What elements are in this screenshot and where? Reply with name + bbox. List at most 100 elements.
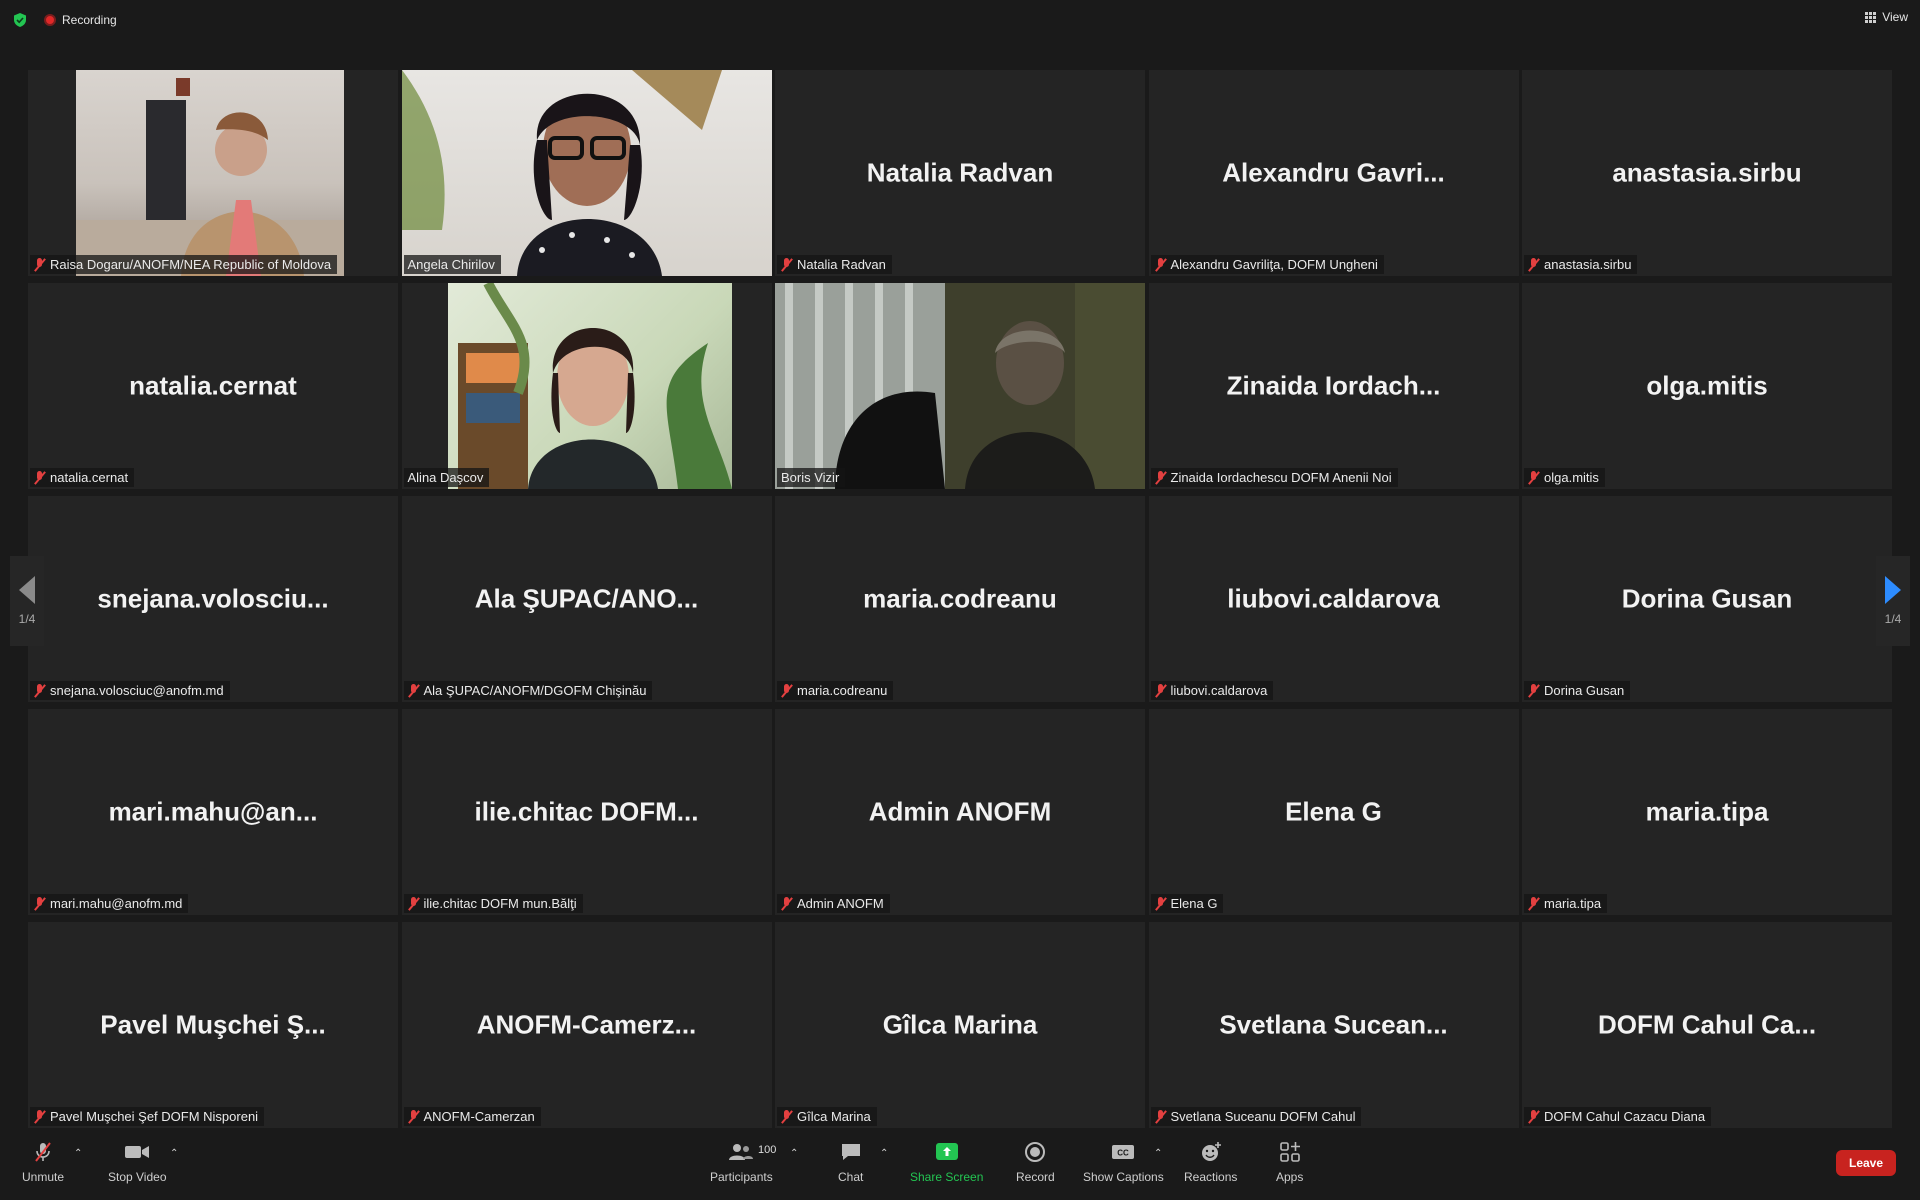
mic-muted-icon — [1528, 257, 1540, 272]
participant-video — [76, 70, 344, 276]
share-screen-icon — [935, 1143, 958, 1160]
participant-tile[interactable]: Alina Daşcov — [401, 283, 772, 489]
participant-name: DOFM Cahul Cazacu Diana — [1544, 1109, 1706, 1124]
participant-name-label: anastasia.sirbu — [1524, 255, 1638, 274]
recording-indicator[interactable]: Recording — [44, 11, 117, 29]
mic-muted-icon — [408, 1109, 420, 1124]
participant-tile[interactable]: Alexandru Gavri... Alexandru Gavriliţa, D… — [1148, 70, 1519, 276]
leave-button[interactable]: Leave — [1836, 1150, 1896, 1176]
participant-name-label: Pavel Muşchei Şef DOFM Nisporeni — [30, 1107, 265, 1126]
arrow-left-icon — [19, 576, 35, 604]
participant-display-name: ANOFM-Camerz... — [476, 1009, 697, 1040]
participant-name: Gîlca Marina — [797, 1109, 871, 1124]
participant-display-name: natalia.cernat — [129, 370, 297, 401]
participant-display-name: Natalia Radvan — [866, 157, 1054, 188]
participant-display-name: Gîlca Marina — [882, 1009, 1038, 1040]
participants-options-chevron-icon[interactable]: ⌃ — [790, 1148, 798, 1159]
show-captions-button[interactable]: CC Show Captions — [1083, 1140, 1164, 1184]
chat-button[interactable]: Chat — [838, 1140, 863, 1184]
participant-name: Raisa Dogaru/ANOFM/NEA Republic of Moldo… — [50, 257, 332, 272]
participant-display-name: Pavel Muşchei Ş... — [100, 1009, 326, 1040]
participant-tile[interactable]: Natalia Radvan Natalia Radvan — [775, 70, 1145, 276]
participant-name-label: olga.mitis — [1524, 468, 1605, 487]
participant-tile[interactable]: Boris Vizir — [775, 283, 1145, 489]
mic-muted-icon — [781, 896, 793, 911]
share-screen-button[interactable]: Share Screen — [910, 1140, 983, 1184]
next-page-button[interactable]: 1/4 — [1876, 556, 1910, 646]
participant-name-label: Gîlca Marina — [777, 1107, 877, 1126]
chat-options-chevron-icon[interactable]: ⌃ — [880, 1148, 888, 1159]
chat-label: Chat — [838, 1170, 864, 1184]
video-options-chevron-icon[interactable]: ⌃ — [170, 1148, 178, 1159]
participant-name-label: Elena G — [1150, 894, 1224, 913]
participant-video — [775, 283, 1145, 489]
mic-muted-icon — [1155, 896, 1167, 911]
top-bar: Recording View — [0, 0, 1920, 40]
participant-name: Dorina Gusan — [1544, 683, 1625, 698]
participant-tile[interactable]: Admin ANOFM Admin ANOFM — [775, 709, 1145, 915]
audio-options-chevron-icon[interactable]: ⌃ — [74, 1148, 82, 1159]
participant-tile[interactable]: anastasia.sirbu anastasia.sirbu — [1522, 70, 1892, 276]
participant-tile[interactable]: Zinaida Iordach... Zinaida Iordachescu DO… — [1148, 283, 1519, 489]
participant-tile[interactable]: snejana.volosciu... snejana.volosciuc@ano… — [28, 496, 398, 702]
participant-name: Natalia Radvan — [797, 257, 886, 272]
participant-tile[interactable]: natalia.cernat natalia.cernat — [28, 283, 398, 489]
participant-name-label: natalia.cernat — [30, 468, 135, 487]
participant-name-label: mari.mahu@anofm.md — [30, 894, 189, 913]
record-button[interactable]: Record — [1016, 1140, 1055, 1184]
participant-tile[interactable]: Svetlana Sucean... Svetlana Suceanu DOFM … — [1148, 922, 1519, 1128]
stop-video-button[interactable]: Stop Video — [108, 1140, 167, 1184]
previous-page-button[interactable]: 1/4 — [10, 556, 44, 646]
mic-muted-icon — [1155, 470, 1167, 485]
participant-name: Ala ŞUPAC/ANOFM/DGOFM Chişinău — [423, 683, 647, 698]
participant-name: Angela Chirilov — [407, 257, 495, 272]
participant-video — [447, 283, 732, 489]
participant-name-label: snejana.volosciuc@anofm.md — [30, 681, 230, 700]
participant-tile[interactable]: ANOFM-Camerz... ANOFM-Camerzan — [401, 922, 772, 1128]
recording-label: Recording — [62, 13, 117, 27]
participant-name-label: ilie.chitac DOFM mun.Bălţi — [403, 894, 583, 913]
participant-tile[interactable]: ilie.chitac DOFM... ilie.chitac DOFM mun.… — [401, 709, 772, 915]
reactions-button[interactable]: Reactions — [1184, 1140, 1237, 1184]
participant-display-name: Ala ŞUPAC/ANO... — [474, 583, 699, 614]
participant-tile[interactable]: liubovi.caldarova liubovi.caldarova — [1148, 496, 1519, 702]
participant-display-name: Admin ANOFM — [868, 796, 1052, 827]
mic-muted-icon — [1155, 683, 1167, 698]
participant-tile[interactable]: mari.mahu@an... mari.mahu@anofm.md — [28, 709, 398, 915]
participant-tile[interactable]: Dorina Gusan Dorina Gusan — [1522, 496, 1892, 702]
unmute-button[interactable]: Unmute — [22, 1140, 64, 1184]
participant-video — [401, 70, 772, 276]
participant-tile[interactable]: Elena G Elena G — [1148, 709, 1519, 915]
participant-name-label: Natalia Radvan — [777, 255, 892, 274]
security-shield-icon[interactable] — [12, 12, 28, 28]
svg-text:CC: CC — [1118, 1149, 1130, 1158]
mic-muted-icon — [781, 683, 793, 698]
captions-icon: CC — [1112, 1145, 1135, 1159]
mic-muted-icon — [408, 896, 420, 911]
apps-button[interactable]: Apps — [1276, 1140, 1303, 1184]
participant-tile[interactable]: Pavel Muşchei Ş... Pavel Muşchei Şef DOFM… — [28, 922, 398, 1128]
participant-display-name: Svetlana Sucean... — [1219, 1009, 1448, 1040]
reactions-icon — [1201, 1142, 1221, 1161]
participant-tile[interactable]: DOFM Cahul Ca... DOFM Cahul Cazacu Diana — [1522, 922, 1892, 1128]
mic-muted-icon — [34, 1109, 46, 1124]
participant-name-label: Svetlana Suceanu DOFM Cahul — [1150, 1107, 1362, 1126]
participant-tile[interactable]: Ala ŞUPAC/ANO... Ala ŞUPAC/ANOFM/DGOFM Ch… — [401, 496, 772, 702]
participant-display-name: Alexandru Gavri... — [1222, 157, 1445, 188]
share-screen-label: Share Screen — [910, 1170, 984, 1184]
view-button[interactable]: View — [1865, 10, 1908, 24]
mic-muted-icon — [35, 1142, 51, 1162]
participant-tile[interactable]: Angela Chirilov — [401, 70, 772, 276]
participant-tile[interactable]: maria.tipa maria.tipa — [1522, 709, 1892, 915]
participant-tile[interactable]: Gîlca Marina Gîlca Marina — [775, 922, 1145, 1128]
mic-muted-icon — [34, 683, 46, 698]
video-gallery: Raisa Dogaru/ANOFM/NEA Republic of Moldo… — [28, 70, 1892, 1128]
participant-tile[interactable]: Raisa Dogaru/ANOFM/NEA Republic of Moldo… — [28, 70, 398, 276]
participant-tile[interactable]: olga.mitis olga.mitis — [1522, 283, 1892, 489]
chat-icon — [841, 1144, 860, 1160]
captions-options-chevron-icon[interactable]: ⌃ — [1154, 1148, 1162, 1159]
mic-muted-icon — [1528, 470, 1540, 485]
participant-tile[interactable]: maria.codreanu maria.codreanu — [775, 496, 1145, 702]
participant-name: olga.mitis — [1544, 470, 1599, 485]
participant-name: natalia.cernat — [50, 470, 129, 485]
